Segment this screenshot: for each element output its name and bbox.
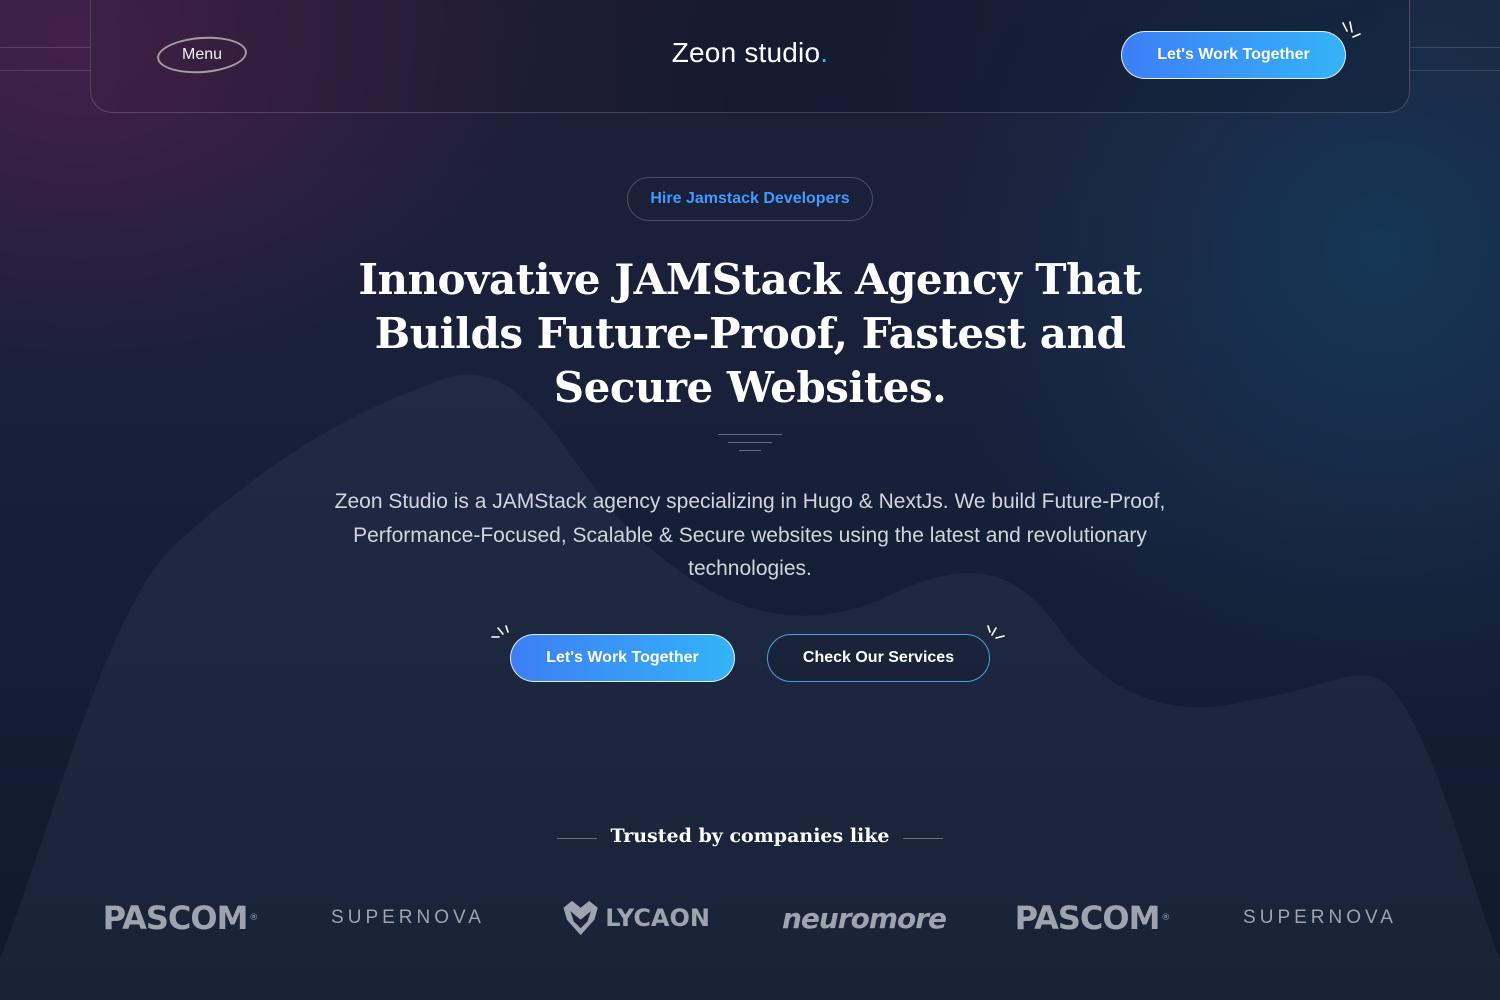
check-services-label: Check Our Services	[802, 649, 955, 666]
menu-button-label: Menu	[181, 46, 223, 63]
trusted-line-right	[903, 838, 943, 839]
headline-line: Innovative JAMStack Agency That	[358, 255, 1142, 304]
client-logo-lycaon: LYCAON	[560, 888, 710, 948]
badge-label: Hire Jamstack Developers	[650, 190, 850, 207]
decor-line	[0, 47, 90, 48]
client-logo-neuromore: neuromore	[781, 888, 947, 948]
headline-line: Builds Future-Proof, Fastest and	[374, 309, 1126, 358]
client-logo-pascom: PASCOM ®	[1014, 899, 1171, 937]
trusted-line-left	[557, 838, 597, 839]
trusted-heading: Trusted by companies like	[0, 825, 1500, 847]
trusted-title: Trusted by companies like	[610, 825, 890, 847]
work-together-label: Let's Work Together	[546, 649, 699, 666]
decor-line	[1410, 47, 1500, 48]
decor-line	[0, 70, 90, 71]
header-cta-label: Let's Work Together	[1157, 46, 1310, 63]
client-logos: PASCOM ® SUPERNOVA LYCAON neuromore PASCO…	[0, 888, 1500, 948]
client-logo-text: neuromore	[781, 901, 947, 935]
sparkle-icon	[491, 625, 509, 638]
decor-line	[1410, 70, 1500, 71]
menu-button[interactable]: Menu	[155, 33, 249, 77]
headline-divider	[718, 434, 782, 458]
client-logo-text: PASCOM	[102, 899, 249, 937]
client-logo-supernova: SUPERNOVA	[322, 888, 494, 948]
check-services-button[interactable]: Check Our Services	[767, 634, 990, 682]
hero-headline: Innovative JAMStack Agency That Builds F…	[300, 253, 1200, 415]
sparkle-icon	[987, 625, 1005, 639]
header-cta-button[interactable]: Let's Work Together	[1121, 31, 1346, 79]
logo-text: Zeon studio	[671, 37, 821, 68]
headline-line: Secure Websites.	[553, 363, 947, 412]
hire-badge[interactable]: Hire Jamstack Developers	[627, 177, 873, 221]
client-logo-text: SUPERNOVA	[331, 907, 485, 928]
client-logo-text: LYCAON	[605, 904, 710, 932]
hero-description: Zeon Studio is a JAMStack agency special…	[334, 490, 1166, 580]
lycaon-wolf-icon	[563, 900, 598, 936]
logo-dot: .	[820, 37, 829, 68]
client-logo-text: PASCOM	[1014, 899, 1161, 937]
client-logo-supernova: SUPERNOVA	[1234, 888, 1406, 948]
client-logo-text: SUPERNOVA	[1243, 907, 1397, 928]
site-header: Menu Zeon studio. Let's Work Together	[90, 0, 1410, 113]
sparkle-icon	[1342, 21, 1361, 38]
client-logo-pascom: PASCOM ®	[102, 899, 259, 937]
work-together-button[interactable]: Let's Work Together	[510, 634, 735, 682]
